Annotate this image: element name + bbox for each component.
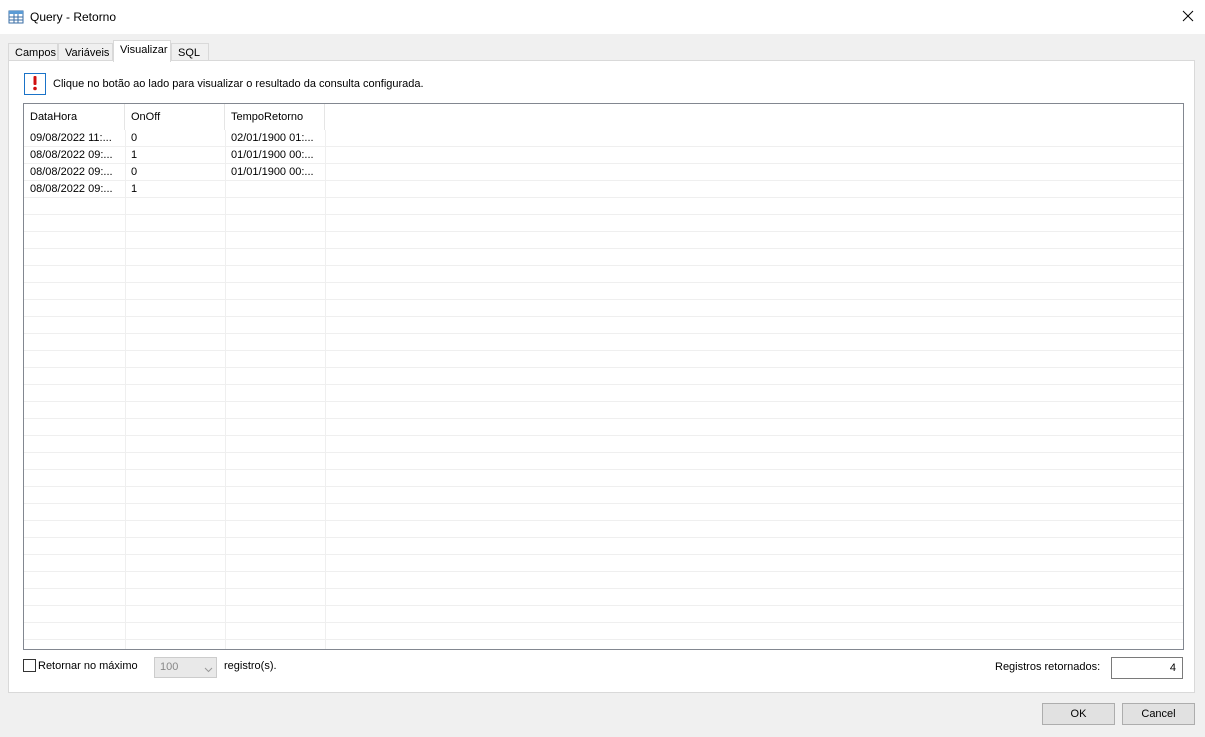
tab-sql[interactable]: SQL xyxy=(171,43,209,61)
cell-datahora: 08/08/2022 09:... xyxy=(30,166,113,178)
empty-row xyxy=(24,334,1183,351)
chevron-down-icon xyxy=(204,664,213,676)
empty-row xyxy=(24,368,1183,385)
empty-row xyxy=(24,232,1183,249)
tab-variaveis[interactable]: Variáveis xyxy=(58,43,113,61)
alert-icon xyxy=(28,75,42,94)
close-icon xyxy=(1182,10,1194,25)
empty-row xyxy=(24,470,1183,487)
cell-temporetorno: 02/01/1900 01:... xyxy=(231,132,314,144)
records-suffix-label: registro(s). xyxy=(224,660,277,672)
cell-temporetorno: 01/01/1900 00:... xyxy=(231,166,314,178)
cell-temporetorno: 01/01/1900 00:... xyxy=(231,149,314,161)
max-records-checkbox[interactable] xyxy=(23,659,36,672)
empty-row xyxy=(24,640,1183,649)
empty-row xyxy=(24,385,1183,402)
returned-records-field[interactable]: 4 xyxy=(1111,657,1183,679)
max-records-value: 100 xyxy=(160,661,179,673)
cell-datahora: 08/08/2022 09:... xyxy=(30,149,113,161)
empty-row xyxy=(24,538,1183,555)
empty-row xyxy=(24,351,1183,368)
cancel-button[interactable]: Cancel xyxy=(1122,703,1195,725)
empty-row xyxy=(24,521,1183,538)
table-icon xyxy=(8,9,24,25)
empty-row xyxy=(24,589,1183,606)
column-header-datahora[interactable]: DataHora xyxy=(24,104,125,130)
cell-onoff: 0 xyxy=(131,166,138,178)
table-row[interactable]: 08/08/2022 09:... 1 xyxy=(24,181,1183,198)
empty-row xyxy=(24,623,1183,640)
cell-datahora: 09/08/2022 11:... xyxy=(30,132,112,144)
window-title: Query - Retorno xyxy=(30,10,117,24)
table-row[interactable]: 08/08/2022 09:... 1 01/01/1900 00:... xyxy=(24,147,1183,164)
cell-onoff: 1 xyxy=(131,149,138,161)
empty-row xyxy=(24,283,1183,300)
empty-row xyxy=(24,436,1183,453)
empty-row xyxy=(24,572,1183,589)
tab-visualizar[interactable]: Visualizar xyxy=(113,40,171,62)
info-message: Clique no botão ao lado para visualizar … xyxy=(53,78,424,90)
empty-row xyxy=(24,487,1183,504)
empty-row xyxy=(24,300,1183,317)
results-grid[interactable]: DataHora OnOff TempoRetorno 09/08/2022 1… xyxy=(23,103,1184,650)
empty-row xyxy=(24,249,1183,266)
empty-row xyxy=(24,317,1183,334)
visualizar-panel: Clique no botão ao lado para visualizar … xyxy=(8,60,1195,693)
cell-temporetorno xyxy=(225,181,325,197)
grid-header: DataHora OnOff TempoRetorno xyxy=(24,104,1183,130)
table-row[interactable]: 08/08/2022 09:... 0 01/01/1900 00:... xyxy=(24,164,1183,181)
empty-row xyxy=(24,402,1183,419)
close-button[interactable] xyxy=(1171,0,1205,34)
cell-onoff: 1 xyxy=(131,183,138,195)
table-row[interactable]: 09/08/2022 11:... 0 02/01/1900 01:... xyxy=(24,130,1183,147)
empty-row xyxy=(24,266,1183,283)
title-bar: Query - Retorno xyxy=(0,0,1205,34)
cell-onoff: 0 xyxy=(131,132,138,144)
empty-row xyxy=(24,555,1183,572)
column-header-temporetorno[interactable]: TempoRetorno xyxy=(225,104,325,130)
empty-row xyxy=(24,504,1183,521)
empty-row xyxy=(24,453,1183,470)
ok-button[interactable]: OK xyxy=(1042,703,1115,725)
empty-row xyxy=(24,198,1183,215)
empty-row xyxy=(24,606,1183,623)
max-records-label: Retornar no máximo xyxy=(38,660,138,672)
tab-campos[interactable]: Campos xyxy=(8,43,58,61)
max-records-select[interactable]: 100 xyxy=(154,657,217,678)
column-header-onoff[interactable]: OnOff xyxy=(125,104,225,130)
returned-records-label: Registros retornados: xyxy=(995,661,1101,673)
empty-row xyxy=(24,419,1183,436)
cell-datahora: 08/08/2022 09:... xyxy=(30,183,113,195)
alert-button[interactable] xyxy=(24,73,46,95)
empty-row xyxy=(24,215,1183,232)
